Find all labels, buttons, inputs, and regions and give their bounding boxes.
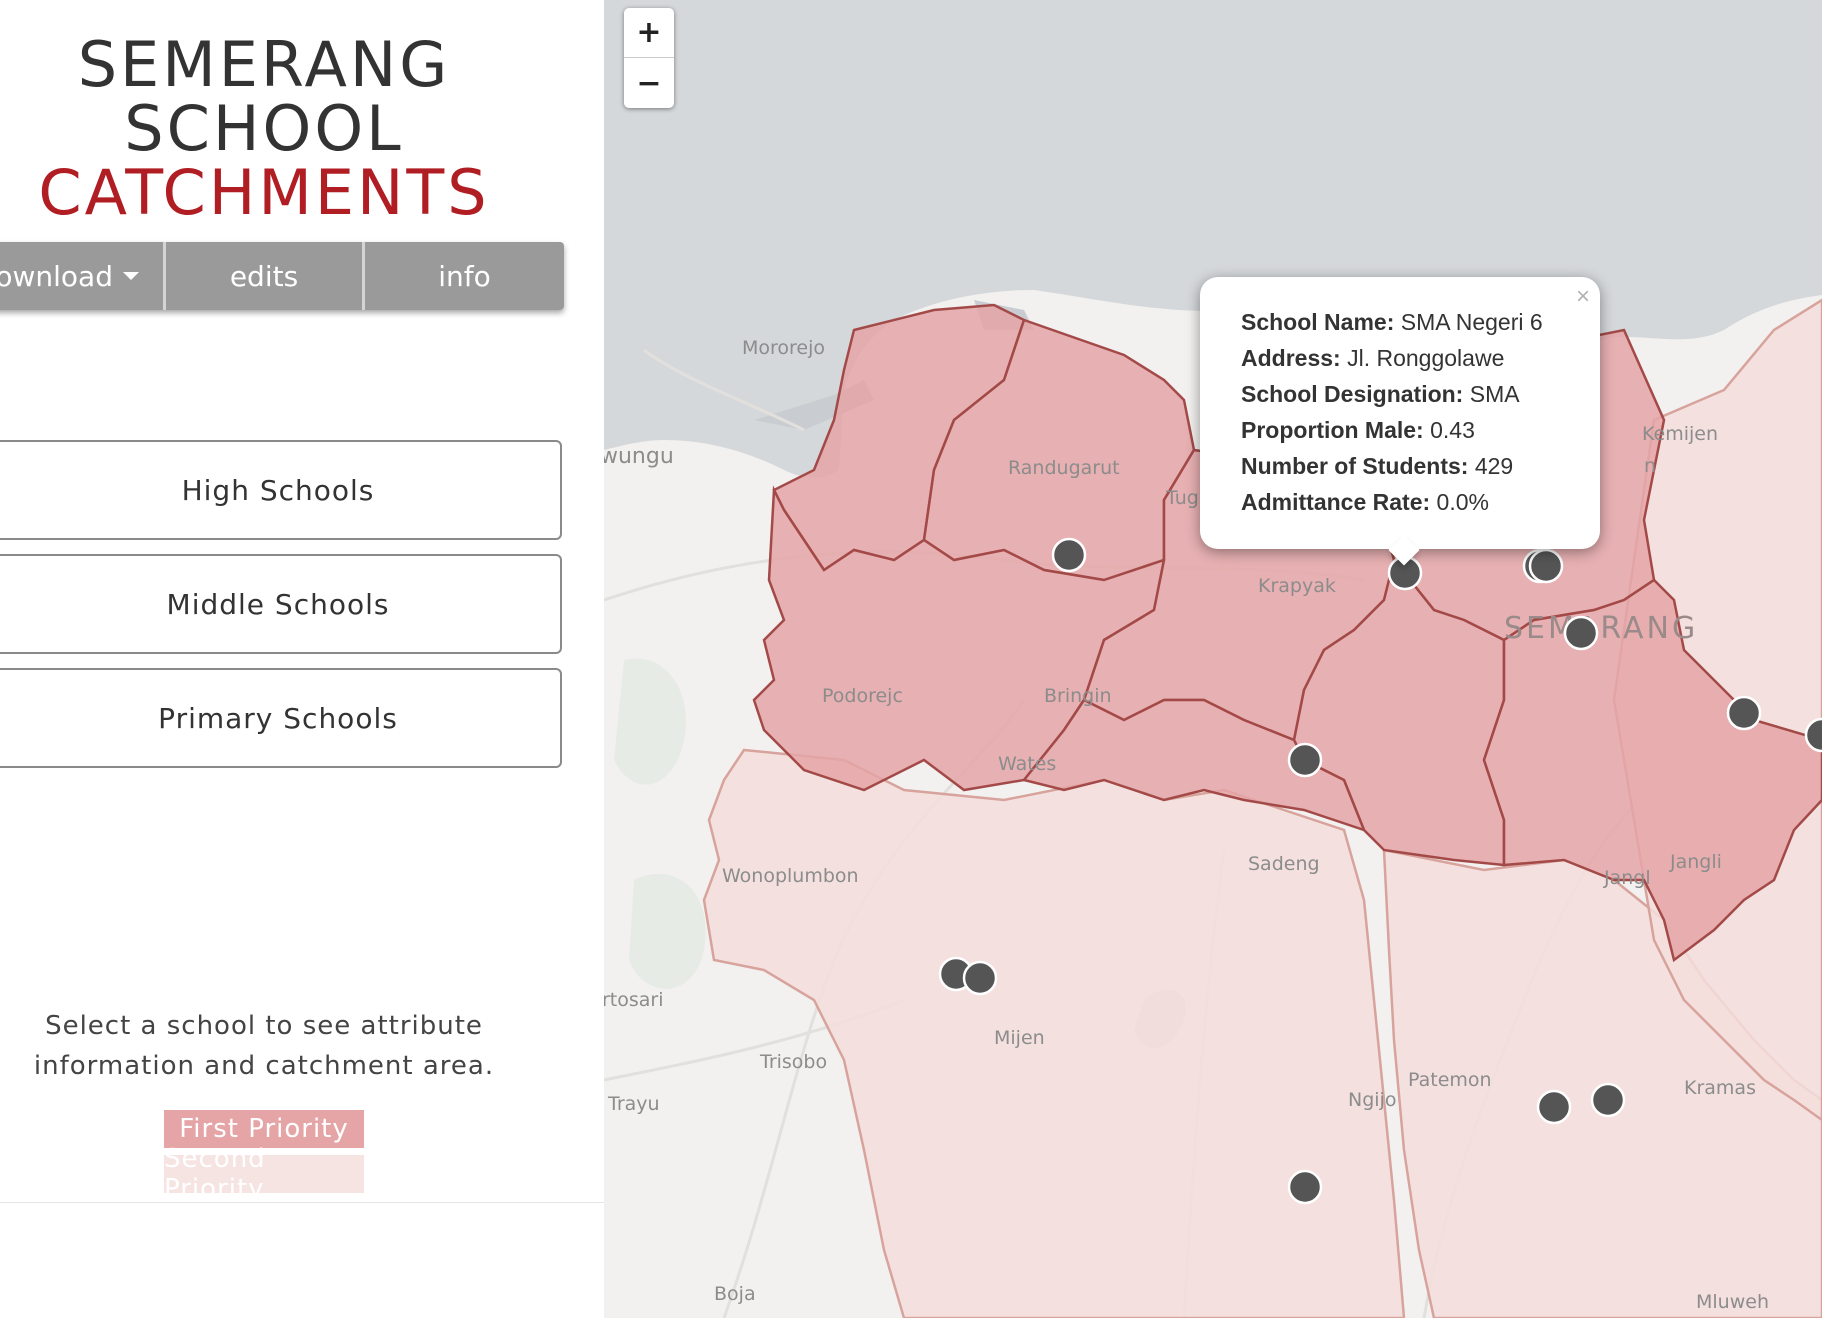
school-marker[interactable] [962,960,998,996]
school-marker[interactable] [1528,548,1564,584]
map-canvas[interactable]: Mororejo wungu Randugarut Tug n Kemijen … [604,0,1822,1318]
legend-second-priority: Second Priority [164,1144,364,1204]
school-marker[interactable] [1536,1089,1572,1125]
popup-key: School Designation: [1241,381,1464,407]
page-title-line3: CATCHMENTS [38,156,490,229]
sidebar-divider [0,1202,604,1203]
school-marker[interactable] [1051,537,1087,573]
popup-value-school-name: SMA Negeri 6 [1400,309,1543,335]
popup-value-admittance: 0.0% [1436,489,1489,515]
popup-body: School Name: SMA Negeri 6 Address: Jl. R… [1241,304,1543,520]
place-label-tugu: Tug [1165,487,1199,509]
middle-schools-button[interactable]: Middle Schools [0,554,562,654]
page-title-line1: SEMERANG [77,28,451,101]
popup-row-proportion: Proportion Male: 0.43 [1241,412,1543,448]
popup-row-designation: School Designation: SMA [1241,376,1543,412]
place-label-randugarut: Randugarut [1008,457,1120,479]
legend-first-priority: First Priority [164,1110,364,1148]
school-marker[interactable] [1590,1082,1626,1118]
place-label-wungu: wungu [604,444,674,469]
place-label-kemijen: Kemijen [1642,423,1718,445]
place-label-kramas: Kramas [1684,1077,1756,1099]
place-label-wonoplumbon: Wonoplumbon [722,865,859,887]
caret-down-icon [123,272,139,280]
popup-row-address: Address: Jl. Ronggolawe [1241,340,1543,376]
zoom-in-button[interactable]: + [624,8,674,58]
popup-key: School Name: [1241,309,1395,335]
place-label-mluweh: Mluweh [1696,1291,1769,1313]
school-popup: × School Name: SMA Negeri 6 Address: Jl.… [1200,277,1600,566]
place-label-jangli: Jangli [1669,851,1722,873]
download-button[interactable]: download [0,242,166,310]
place-label-mororejo: Mororejo [742,337,825,359]
popup-row-admittance: Admittance Rate: 0.0% [1241,484,1543,520]
place-label-mijen: Mijen [994,1027,1045,1049]
page-title-line2: SCHOOL [124,92,404,165]
edits-button[interactable]: edits [166,242,365,310]
sidebar: SEMERANG SCHOOL CATCHMENTS download edit… [0,0,604,1318]
place-label-krapyak: Krapyak [1258,575,1336,597]
popup-key: Number of Students: [1241,453,1469,479]
place-label-podorejo: Podorejc [822,685,903,707]
place-label-wates: Wates [998,753,1056,775]
popup-key: Proportion Male: [1241,417,1424,443]
popup-value-students: 429 [1474,453,1514,479]
green-area [629,873,706,989]
place-label-tosari: rtosari [604,989,664,1011]
close-icon[interactable]: × [1576,283,1590,311]
map[interactable]: Mororejo wungu Randugarut Tug n Kemijen … [604,0,1822,1318]
place-label-trayu: Trayu [607,1093,660,1115]
place-label-bringin: Bringin [1044,685,1112,707]
place-label-n: n [1644,455,1656,477]
popup-row-school-name: School Name: SMA Negeri 6 [1241,304,1543,340]
toolbar: download edits info [0,242,564,310]
place-label-patemon: Patemon [1408,1069,1492,1091]
school-marker[interactable] [1287,1169,1323,1205]
zoom-control: + − [624,8,674,108]
place-label-semarang: SEMARANG [1504,611,1698,646]
primary-schools-button[interactable]: Primary Schools [0,668,562,768]
school-marker[interactable] [1563,615,1599,651]
download-label: download [0,259,113,293]
popup-value-proportion: 0.43 [1430,417,1475,443]
popup-key: Admittance Rate: [1241,489,1431,515]
school-marker[interactable] [1726,695,1762,731]
place-label-trisobo: Trisobo [759,1051,827,1073]
school-marker[interactable] [1287,742,1323,778]
info-button[interactable]: info [365,242,564,310]
place-label-sadeng: Sadeng [1248,853,1320,875]
place-label-jangli-2: Jangl [1603,867,1651,889]
green-area [614,658,686,785]
popup-value-designation: SMA [1469,381,1520,407]
app-root: SEMERANG SCHOOL CATCHMENTS download edit… [0,0,1822,1318]
place-label-boja: Boja [714,1283,756,1305]
high-schools-button[interactable]: High Schools [0,440,562,540]
place-label-ngijo: Ngijo [1348,1089,1396,1111]
popup-row-students: Number of Students: 429 [1241,448,1543,484]
zoom-out-button[interactable]: − [624,58,674,108]
instructions-text: Select a school to see attribute informa… [33,1011,495,1081]
popup-key: Address: [1241,345,1341,371]
popup-value-address: Jl. Ronggolawe [1347,345,1505,371]
